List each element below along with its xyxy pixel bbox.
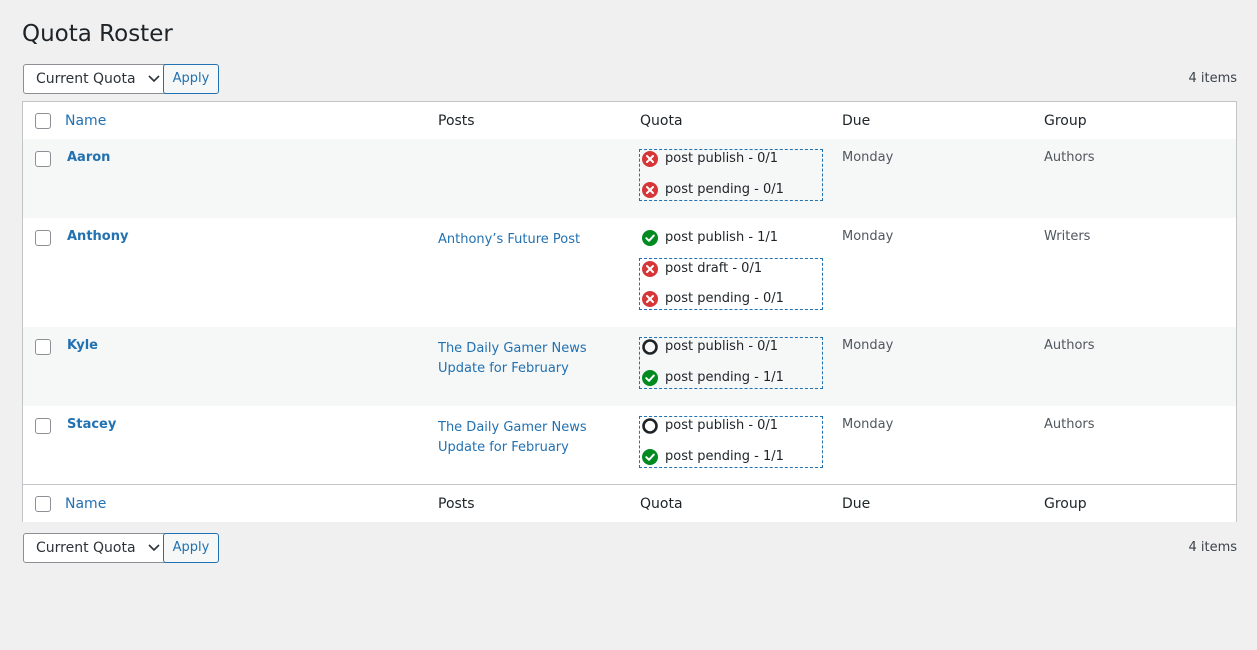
column-footer-due: Due	[842, 496, 871, 512]
apply-button[interactable]: Apply	[163, 533, 219, 563]
tablenav-top: Current Quota Apply 4 items	[23, 64, 1237, 94]
post-link[interactable]: Anthony’s Future Post	[438, 230, 628, 250]
quota-item-text: post publish - 0/1	[665, 418, 779, 433]
user-name-link[interactable]: Anthony	[67, 229, 128, 244]
page-title: Quota Roster	[22, 21, 173, 47]
x-circle-icon	[642, 291, 658, 307]
x-circle-icon	[642, 151, 658, 167]
column-footer-name[interactable]: Name	[65, 496, 106, 512]
group-cell: Writers	[1044, 229, 1091, 244]
column-header-quota: Quota	[640, 113, 683, 129]
apply-button[interactable]: Apply	[163, 64, 219, 94]
table-footer: Name Posts Quota Due Group	[23, 484, 1236, 522]
user-name-link[interactable]: Kyle	[67, 338, 98, 353]
due-cell: Monday	[842, 229, 894, 244]
post-link[interactable]: The Daily Gamer News Update for February	[438, 339, 628, 379]
quota-item-text: post publish - 0/1	[665, 151, 779, 166]
chevron-down-icon	[148, 544, 160, 552]
table-row: Stacey The Daily Gamer News Update for F…	[23, 406, 1236, 484]
table-header: Name Posts Quota Due Group	[23, 102, 1236, 140]
x-circle-icon	[642, 261, 658, 277]
select-all-checkbox[interactable]	[35, 113, 51, 129]
column-header-due: Due	[842, 113, 871, 129]
items-count: 4 items	[1188, 540, 1237, 555]
quota-item-text: post draft - 0/1	[665, 261, 763, 276]
group-cell: Authors	[1044, 338, 1095, 353]
column-header-group: Group	[1044, 113, 1087, 129]
table-row: Aaron post publish - 0/1 post pending - …	[23, 139, 1236, 218]
quota-roster-table: Name Posts Quota Due Group Aaron post pu…	[22, 101, 1237, 522]
bulk-action-select[interactable]: Current Quota	[23, 64, 169, 94]
chevron-down-icon	[148, 75, 160, 83]
quota-item-text: post publish - 1/1	[665, 230, 779, 245]
quota-item-text: post pending - 1/1	[665, 449, 784, 464]
check-circle-icon	[642, 449, 658, 465]
items-count: 4 items	[1188, 71, 1237, 86]
quota-item-text: post pending - 1/1	[665, 370, 784, 385]
column-header-name[interactable]: Name	[65, 113, 106, 129]
table-row: Kyle The Daily Gamer News Update for Feb…	[23, 327, 1236, 406]
bulk-action-select[interactable]: Current Quota	[23, 533, 169, 563]
row-checkbox[interactable]	[35, 151, 51, 167]
user-name-link[interactable]: Aaron	[67, 150, 110, 165]
bulk-action-select-value: Current Quota	[36, 540, 136, 556]
post-link[interactable]: The Daily Gamer News Update for February	[438, 418, 628, 458]
row-checkbox[interactable]	[35, 230, 51, 246]
column-header-posts: Posts	[438, 113, 475, 129]
due-cell: Monday	[842, 417, 894, 432]
column-footer-posts: Posts	[438, 496, 475, 512]
table-row: Anthony Anthony’s Future Post post publi…	[23, 218, 1236, 327]
empty-circle-icon	[642, 339, 658, 355]
column-footer-quota: Quota	[640, 496, 683, 512]
group-cell: Authors	[1044, 150, 1095, 165]
row-checkbox[interactable]	[35, 418, 51, 434]
column-footer-group: Group	[1044, 496, 1087, 512]
quota-item-text: post pending - 0/1	[665, 291, 784, 306]
check-circle-icon	[642, 370, 658, 386]
x-circle-icon	[642, 182, 658, 198]
row-checkbox[interactable]	[35, 339, 51, 355]
select-all-checkbox[interactable]	[35, 496, 51, 512]
quota-item-text: post publish - 0/1	[665, 339, 779, 354]
due-cell: Monday	[842, 338, 894, 353]
tablenav-bottom: Current Quota Apply 4 items	[23, 533, 1237, 563]
group-cell: Authors	[1044, 417, 1095, 432]
empty-circle-icon	[642, 418, 658, 434]
quota-item-text: post pending - 0/1	[665, 182, 784, 197]
check-circle-icon	[642, 230, 658, 246]
bulk-action-select-value: Current Quota	[36, 71, 136, 87]
due-cell: Monday	[842, 150, 894, 165]
user-name-link[interactable]: Stacey	[67, 417, 116, 432]
